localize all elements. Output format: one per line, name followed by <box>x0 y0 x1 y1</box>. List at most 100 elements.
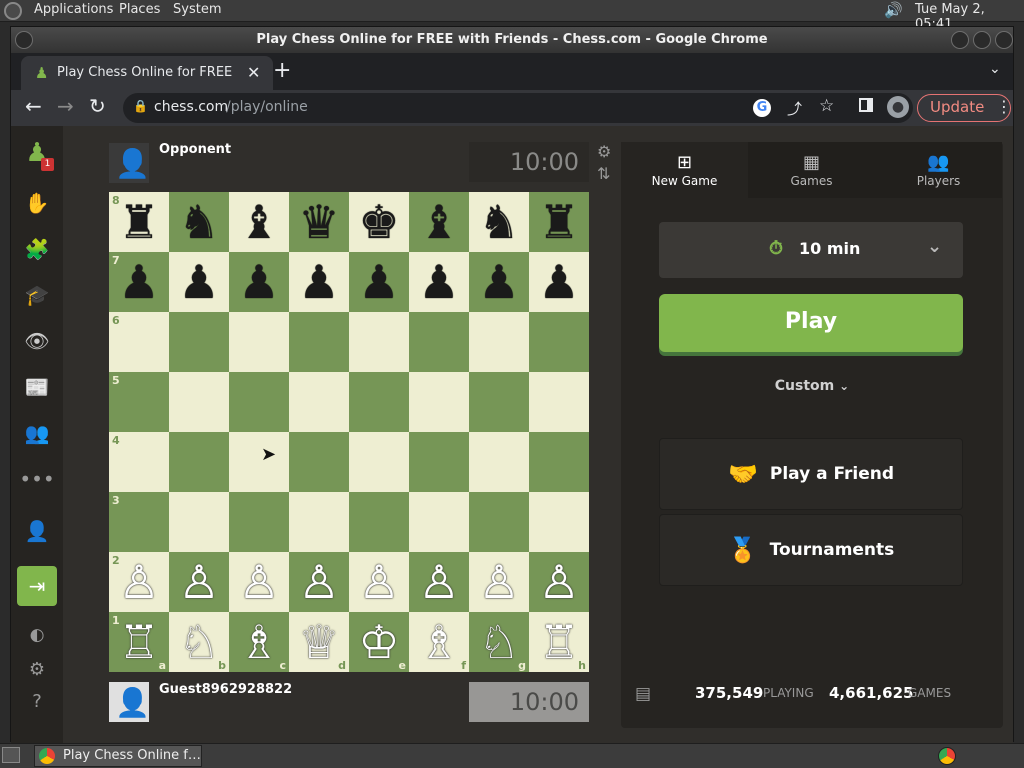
chess-logo-icon[interactable]: ♟ 1 <box>21 138 54 171</box>
board-square[interactable] <box>349 432 409 492</box>
flip-board-icon[interactable]: ⇅ <box>597 164 610 183</box>
board-square[interactable] <box>229 372 289 432</box>
board-square[interactable]: ♟ <box>409 252 469 312</box>
chess-piece[interactable]: ♟ <box>358 259 399 305</box>
board-square[interactable] <box>229 312 289 372</box>
chess-piece[interactable]: ♙ <box>118 559 159 605</box>
board-square[interactable] <box>409 492 469 552</box>
tournaments-button[interactable]: 🏅 Tournaments <box>659 514 963 586</box>
play-hand-icon[interactable]: ✋ <box>21 188 53 218</box>
board-square[interactable] <box>289 492 349 552</box>
board-square[interactable] <box>409 372 469 432</box>
board-square[interactable] <box>229 432 289 492</box>
chess-piece[interactable]: ♗ <box>418 619 459 665</box>
lock-icon[interactable]: 🔒 <box>133 99 148 113</box>
tab-games[interactable]: ▦ Games <box>748 142 875 198</box>
chess-piece[interactable]: ♟ <box>538 259 579 305</box>
board-square[interactable]: ♙ <box>529 552 589 612</box>
chess-piece[interactable]: ♖ <box>118 619 159 665</box>
board-square[interactable]: 5 <box>109 372 169 432</box>
board-square[interactable]: ♟ <box>229 252 289 312</box>
board-square[interactable]: ♚ <box>349 192 409 252</box>
social-icon[interactable]: 👥 <box>21 418 53 448</box>
menu-applications[interactable]: Applications <box>34 2 113 17</box>
chess-piece[interactable]: ♙ <box>238 559 279 605</box>
news-icon[interactable]: 📰 <box>21 372 53 402</box>
board-square[interactable]: ♞ <box>469 192 529 252</box>
settings-icon[interactable]: ⚙ <box>21 654 53 684</box>
board-square[interactable] <box>349 312 409 372</box>
board-square[interactable]: ♜ <box>529 192 589 252</box>
chess-piece[interactable]: ♟ <box>238 259 279 305</box>
board-square[interactable]: ♟ <box>169 252 229 312</box>
chess-piece[interactable]: ♙ <box>298 559 339 605</box>
board-square[interactable]: ♛ <box>289 192 349 252</box>
minimize-icon[interactable] <box>951 31 969 49</box>
google-lens-icon[interactable]: G <box>753 99 771 117</box>
login-icon[interactable]: ⇥ <box>17 566 57 606</box>
profile-icon[interactable]: ● <box>887 96 909 118</box>
board-square[interactable] <box>169 492 229 552</box>
board-square[interactable]: ♟ <box>469 252 529 312</box>
board-square[interactable] <box>349 372 409 432</box>
gnome-logo-icon[interactable] <box>4 2 22 20</box>
new-tab-icon[interactable]: + <box>273 58 291 83</box>
chess-piece[interactable]: ♝ <box>418 199 459 245</box>
maximize-icon[interactable] <box>973 31 991 49</box>
board-square[interactable]: b ♘ <box>169 612 229 672</box>
time-control-select[interactable]: ⏱ 10 min ⌄ <box>659 222 963 278</box>
board-square[interactable]: ♙ <box>289 552 349 612</box>
board-square[interactable]: g ♘ <box>469 612 529 672</box>
board-square[interactable] <box>289 432 349 492</box>
chess-piece[interactable]: ♔ <box>358 619 399 665</box>
share-icon[interactable]: ⤴ <box>787 98 802 119</box>
board-square[interactable] <box>529 312 589 372</box>
help-icon[interactable]: ? <box>21 686 53 716</box>
bookmark-star-icon[interactable]: ☆ <box>819 96 834 116</box>
board-square[interactable]: ♞ <box>169 192 229 252</box>
board-square[interactable] <box>409 312 469 372</box>
forward-icon[interactable]: → <box>57 94 74 118</box>
board-square[interactable]: 7 ♟ <box>109 252 169 312</box>
board-square[interactable] <box>349 492 409 552</box>
chess-piece[interactable]: ♛ <box>298 199 339 245</box>
reload-icon[interactable]: ↻ <box>89 94 106 118</box>
board-square[interactable]: h ♖ <box>529 612 589 672</box>
board-square[interactable] <box>169 372 229 432</box>
chess-piece[interactable]: ♙ <box>178 559 219 605</box>
board-square[interactable]: 3 <box>109 492 169 552</box>
chess-piece[interactable]: ♝ <box>238 199 279 245</box>
board-square[interactable]: ♟ <box>529 252 589 312</box>
theme-toggle-icon[interactable]: ◐ <box>21 620 53 650</box>
play-button[interactable]: Play <box>659 294 963 352</box>
board-square[interactable] <box>229 492 289 552</box>
board-square[interactable]: 4 <box>109 432 169 492</box>
chess-piece[interactable]: ♙ <box>418 559 459 605</box>
show-desktop-icon[interactable] <box>2 747 20 763</box>
chess-piece[interactable]: ♟ <box>298 259 339 305</box>
address-bar[interactable]: 🔒 chess.com /play/online G ⤴ ☆ <box>123 93 913 123</box>
board-square[interactable]: ♙ <box>169 552 229 612</box>
chess-piece[interactable]: ♙ <box>358 559 399 605</box>
board-square[interactable] <box>529 492 589 552</box>
chrome-tray-icon[interactable] <box>938 747 956 765</box>
puzzles-icon[interactable]: 🧩 <box>21 234 53 264</box>
chess-board[interactable]: 8 ♜ ♞ ♝ ♛ ♚ ♝ ♞ ♜ 7 ♟ ♟ ♟ ♟ ♟ ♟ ♟ ♟ 6 5 4 3 2 ♙ ♙ ♙ ♙ ♙ ♙ ♙ ♙ 1 a ♖ b ♘ c ♗ d ♕… <box>109 192 589 672</box>
chess-piece[interactable]: ♖ <box>538 619 579 665</box>
board-square[interactable]: f ♗ <box>409 612 469 672</box>
chess-piece[interactable]: ♜ <box>538 199 579 245</box>
menu-system[interactable]: System <box>173 2 221 17</box>
board-square[interactable]: ♙ <box>349 552 409 612</box>
tab-close-icon[interactable]: ✕ <box>247 63 260 82</box>
watch-icon[interactable]: 👁 <box>21 326 53 356</box>
board-square[interactable]: ♟ <box>289 252 349 312</box>
chess-piece[interactable]: ♕ <box>298 619 339 665</box>
board-square[interactable]: ♝ <box>229 192 289 252</box>
board-square[interactable] <box>469 372 529 432</box>
browser-tab[interactable]: ♟ Play Chess Online for FREE w ✕ <box>21 56 273 90</box>
back-icon[interactable]: ← <box>25 94 42 118</box>
play-friend-button[interactable]: 🤝 Play a Friend <box>659 438 963 510</box>
learn-icon[interactable]: 🎓 <box>21 280 53 310</box>
chat-icon[interactable]: ▤ <box>635 684 651 704</box>
sign-up-icon[interactable]: 👤 <box>21 516 53 546</box>
